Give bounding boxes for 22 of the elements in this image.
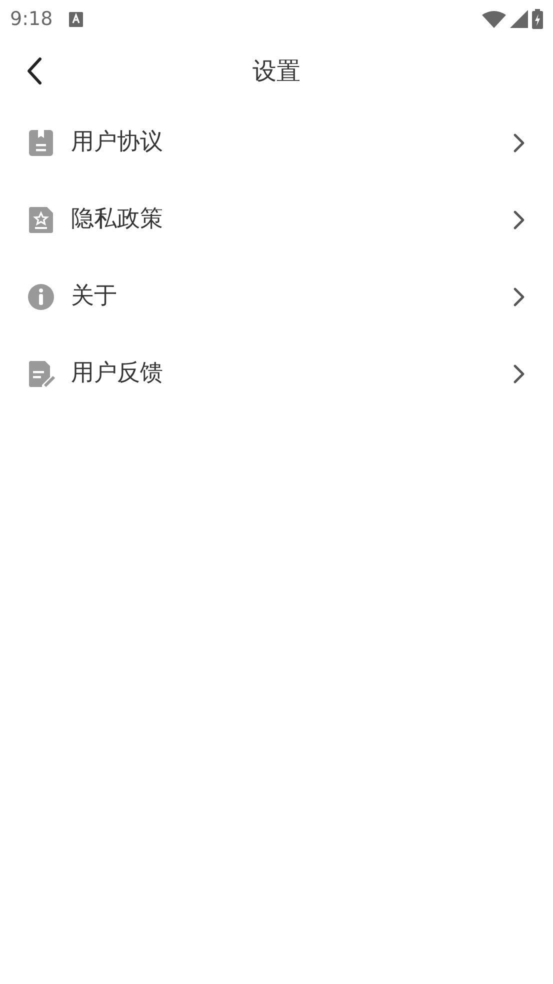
star-document-icon xyxy=(28,206,55,234)
chevron-right-icon xyxy=(513,364,525,384)
chevron-right-icon xyxy=(513,286,525,306)
settings-item[interactable]: 用户反馈 xyxy=(0,335,553,412)
signal-icon xyxy=(510,10,528,28)
item-label: 用户协议 xyxy=(71,128,164,158)
chevron-right-icon xyxy=(513,210,525,230)
info-icon xyxy=(28,282,55,310)
settings-item[interactable]: 用户协议 xyxy=(0,104,553,181)
chevron-right-icon xyxy=(513,132,525,152)
status-time: 9:18 xyxy=(10,6,53,32)
item-label: 关于 xyxy=(71,282,118,312)
battery-icon xyxy=(532,9,543,29)
settings-item[interactable]: 关于 xyxy=(0,258,553,335)
keyboard-notification-icon xyxy=(68,12,83,26)
item-label: 隐私政策 xyxy=(71,205,164,234)
edit-document-icon xyxy=(28,360,55,388)
wifi-icon xyxy=(482,10,506,28)
settings-item[interactable]: 隐私政策 xyxy=(0,181,553,258)
item-label: 用户反馈 xyxy=(71,359,164,388)
document-icon xyxy=(28,128,55,156)
page-title: 设置 xyxy=(252,56,300,87)
